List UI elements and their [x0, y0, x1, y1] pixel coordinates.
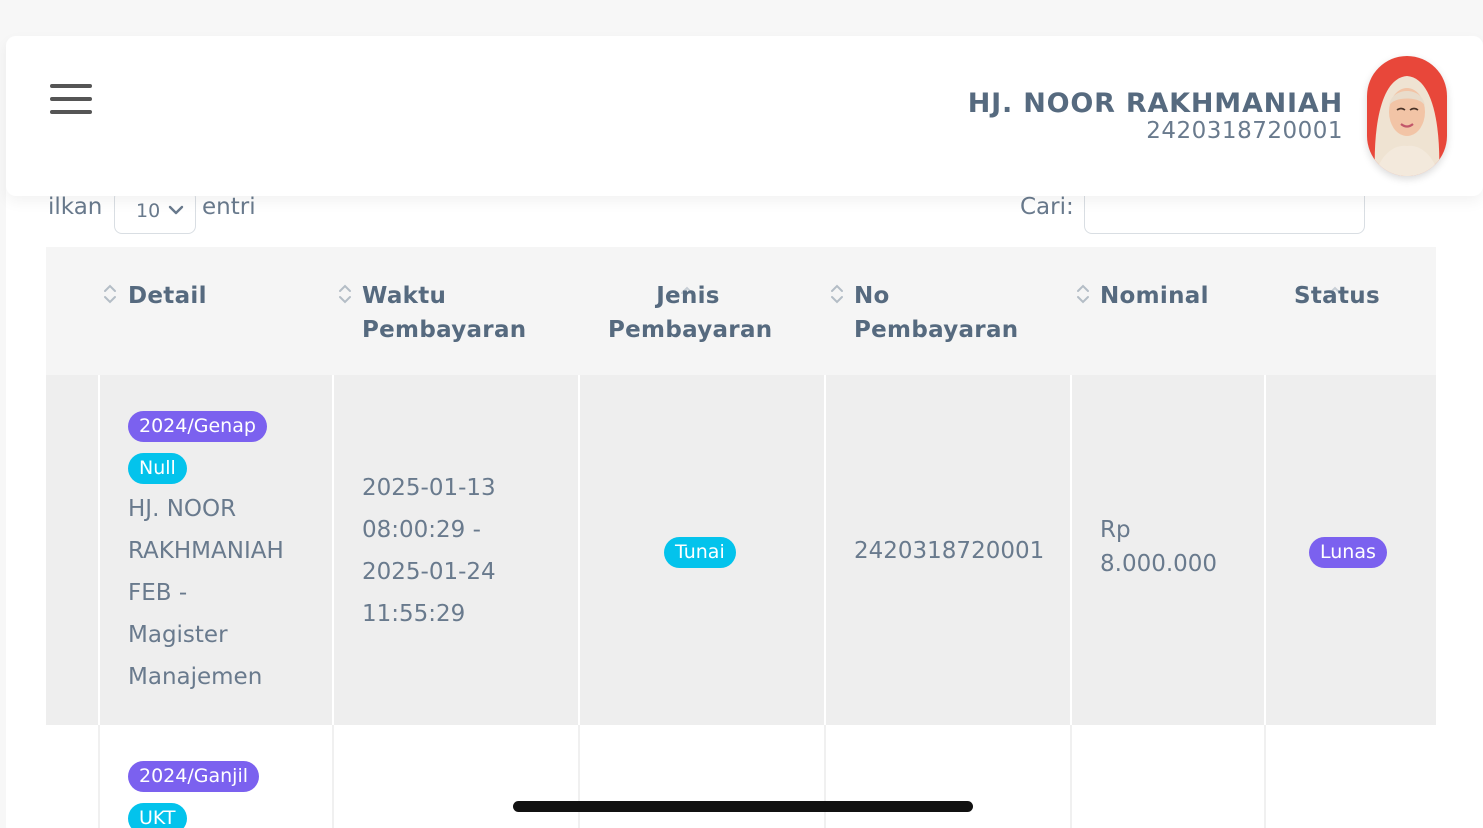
column-divider [1070, 375, 1072, 725]
column-header-jenis-pembayaran[interactable]: Jenis Pembayaran [608, 279, 772, 347]
column-header-status[interactable]: Status [1294, 279, 1380, 313]
column-divider [332, 725, 334, 828]
column-divider [1264, 375, 1266, 725]
semester-badge: 2024/Ganjil [128, 761, 259, 792]
column-header-nominal[interactable]: Nominal [1100, 279, 1209, 313]
payment-table: Detail Waktu Pembayaran Jenis Pembayaran… [46, 247, 1436, 828]
column-divider [98, 725, 100, 828]
column-divider [578, 375, 580, 725]
type-badge: UKT [128, 803, 187, 828]
detail-text: HJ. NOOR RAKHMANIAH FEB - Magister Manaj… [128, 496, 284, 690]
show-entries-label: ilkan [48, 194, 103, 220]
column-header-no-pembayaran[interactable]: No Pembayaran [854, 279, 1018, 347]
entries-label: entri [202, 194, 256, 220]
column-divider [1264, 725, 1266, 828]
table-controls: ilkan 10 entri Cari: [0, 184, 1483, 240]
waktu-pembayaran-text: 2025-01-13 08:00:29 - 2025-01-24 11:55:2… [362, 475, 496, 627]
column-header-detail[interactable]: Detail [128, 279, 207, 313]
column-divider [578, 725, 580, 828]
menu-icon-bar [50, 97, 92, 101]
page-length-value: 10 [136, 200, 161, 222]
sort-icon[interactable] [103, 283, 117, 305]
no-pembayaran-text: 2420318720001 [854, 538, 1045, 564]
top-navbar: HJ. NOOR RAKHMANIAH 2420318720001 [6, 36, 1483, 196]
sort-icon[interactable] [1076, 283, 1090, 305]
status-badge: Lunas [1309, 537, 1387, 568]
page-length-select[interactable]: 10 [114, 190, 196, 234]
sort-icon[interactable] [338, 283, 352, 305]
user-name: HJ. NOOR RAKHMANIAH [967, 88, 1343, 119]
avatar[interactable] [1367, 56, 1447, 176]
column-divider [98, 375, 100, 725]
table-row: 2024/Ganjil UKT [46, 725, 1436, 828]
column-divider [824, 725, 826, 828]
table-header: Detail Waktu Pembayaran Jenis Pembayaran… [46, 247, 1436, 375]
nominal-text: Rp 8.000.000 [1100, 517, 1218, 577]
user-id: 2420318720001 [1146, 118, 1343, 144]
chevron-down-icon [168, 205, 184, 215]
menu-icon [50, 84, 92, 88]
menu-toggle-button[interactable] [50, 84, 92, 114]
type-badge: Null [128, 453, 187, 484]
table-row: 2024/Genap Null HJ. NOOR RAKHMANIAH FEB … [46, 375, 1436, 725]
column-header-waktu-pembayaran[interactable]: Waktu Pembayaran [362, 279, 526, 347]
sort-icon[interactable] [830, 283, 844, 305]
column-divider [1070, 725, 1072, 828]
column-divider [824, 375, 826, 725]
column-divider [332, 375, 334, 725]
search-label: Cari: [1020, 194, 1074, 220]
jenis-badge: Tunai [664, 537, 736, 568]
menu-icon-bar [50, 110, 92, 114]
avatar-image [1367, 56, 1447, 176]
home-indicator [513, 801, 973, 812]
semester-badge: 2024/Genap [128, 411, 267, 442]
